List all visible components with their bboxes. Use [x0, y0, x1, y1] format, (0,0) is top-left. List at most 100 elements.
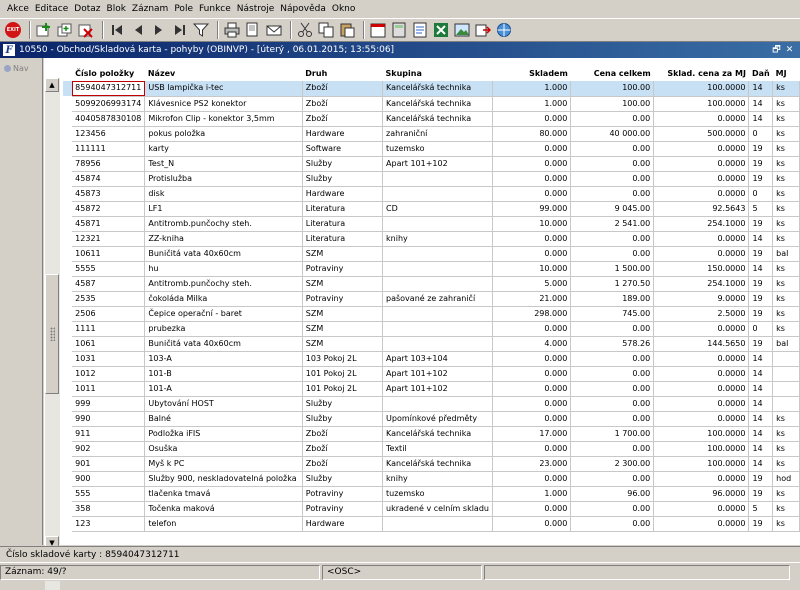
table-cell[interactable]: 14	[748, 456, 774, 472]
table-cell[interactable]: 8594047312711	[72, 81, 146, 97]
menu-item-7[interactable]: Funkce	[196, 0, 234, 18]
table-row[interactable]: 4587 Antitromb.punčochy steh. SZM 5.000 1 27…	[63, 276, 800, 292]
table-cell[interactable]: 14	[748, 81, 774, 97]
table-cell[interactable]	[772, 351, 800, 367]
first-record-button[interactable]	[108, 21, 126, 39]
table-cell[interactable]: USB lampička i-tec	[144, 81, 303, 97]
table-cell[interactable]: 101 Pokoj 2L	[302, 366, 384, 382]
column-header[interactable]: Druh	[302, 65, 382, 81]
table-cell[interactable]: čokoláda Milka	[144, 291, 303, 307]
table-cell[interactable]: telefon	[144, 516, 303, 532]
table-cell[interactable]: ks	[772, 486, 800, 502]
table-cell[interactable]: 2 541.00	[570, 216, 655, 232]
table-cell[interactable]: 4040587830108	[72, 111, 146, 127]
table-cell[interactable]: 0.000	[492, 321, 572, 337]
table-row[interactable]: 111111 karty Software tuzemsko 0.000 0.00 0.00…	[63, 141, 800, 157]
table-cell[interactable]: Točenka maková	[144, 501, 303, 517]
table-cell[interactable]: 100.0000	[653, 96, 750, 112]
table-cell[interactable]: 14	[748, 351, 774, 367]
table-cell[interactable]: Hardware	[302, 186, 384, 202]
table-cell[interactable]	[382, 216, 493, 232]
row-indicator[interactable]	[63, 291, 73, 306]
table-cell[interactable]: 1 500.00	[570, 261, 655, 277]
row-indicator[interactable]	[63, 201, 73, 216]
table-cell[interactable]: 1111	[72, 321, 146, 337]
table-cell[interactable]: 17.000	[492, 426, 572, 442]
table-cell[interactable]: 4.000	[492, 336, 572, 352]
table-cell[interactable]	[772, 396, 800, 412]
table-cell[interactable]: tlačenka tmavá	[144, 486, 303, 502]
table-cell[interactable]	[382, 516, 493, 532]
table-cell[interactable]: 78956	[72, 156, 146, 172]
row-indicator[interactable]	[63, 111, 73, 126]
table-cell[interactable]: pokus položka	[144, 126, 303, 142]
table-cell[interactable]: 5099206993174	[72, 96, 146, 112]
table-cell[interactable]	[382, 396, 493, 412]
table-cell[interactable]: ks	[772, 276, 800, 292]
window-title-bar[interactable]: F 10550 - Obchod/Skladová karta - pohyby…	[0, 42, 800, 58]
table-cell[interactable]: karty	[144, 141, 303, 157]
table-cell[interactable]: 10.000	[492, 261, 572, 277]
table-row[interactable]: 902 Osuška Zboží Textil 0.000 0.00 100.0000 14 k…	[63, 441, 800, 457]
table-cell[interactable]: Mikrofon Clip - konektor 3,5mm	[144, 111, 303, 127]
table-cell[interactable]: 555	[72, 486, 146, 502]
table-cell[interactable]: 0.0000	[653, 156, 750, 172]
table-cell[interactable]: 19	[748, 291, 774, 307]
table-row[interactable]: 5099206993174 Klávesnice PS2 konektor Zbož…	[63, 96, 800, 112]
row-indicator[interactable]	[63, 441, 73, 456]
table-cell[interactable]: 0.0000	[653, 396, 750, 412]
table-cell[interactable]: Antitromb.punčochy steh.	[144, 276, 303, 292]
table-row[interactable]: 12321 ZZ-kniha Literatura knihy 0.000 0.00 0.0…	[63, 231, 800, 247]
menu-item-5[interactable]: Záznam	[129, 0, 171, 18]
row-indicator[interactable]	[63, 246, 73, 261]
calendar-button[interactable]	[369, 21, 387, 39]
image-button[interactable]	[453, 21, 471, 39]
calculator-button[interactable]	[390, 21, 408, 39]
table-row[interactable]: 45871 Antitromb.punčochy steh. Literatura 1…	[63, 216, 800, 232]
table-cell[interactable]: 0.000	[492, 441, 572, 457]
table-cell[interactable]: 19	[748, 336, 774, 352]
table-row[interactable]: 123 telefon Hardware 0.000 0.00 0.0000 19 ks	[63, 516, 800, 532]
table-cell[interactable]: Test_N	[144, 156, 303, 172]
column-header[interactable]: Číslo položky	[72, 65, 145, 81]
table-cell[interactable]	[382, 186, 493, 202]
table-cell[interactable]: Osuška	[144, 441, 303, 457]
table-cell[interactable]: 1.000	[492, 486, 572, 502]
table-cell[interactable]: 578.26	[570, 336, 655, 352]
table-row[interactable]: 2535 čokoláda Milka Potraviny pašované ze z…	[63, 291, 800, 307]
table-cell[interactable]: 1031	[72, 351, 146, 367]
table-cell[interactable]: 123	[72, 516, 146, 532]
row-indicator[interactable]	[63, 216, 73, 231]
table-cell[interactable]: knihy	[382, 471, 493, 487]
table-row[interactable]: 555 tlačenka tmavá Potraviny tuzemsko 1.000 9…	[63, 486, 800, 502]
table-cell[interactable]: 1.000	[492, 96, 572, 112]
table-cell[interactable]: 0.0000	[653, 351, 750, 367]
table-cell[interactable]: 0.000	[492, 501, 572, 517]
table-cell[interactable]: SZM	[302, 246, 384, 262]
table-cell[interactable]	[382, 261, 493, 277]
table-cell[interactable]: 9.0000	[653, 291, 750, 307]
table-cell[interactable]: 19	[748, 246, 774, 262]
row-indicator[interactable]	[63, 426, 73, 441]
column-header[interactable]: Sklad. cena za MJ	[654, 65, 749, 81]
filter-button[interactable]	[192, 21, 210, 39]
menu-item-2[interactable]: Editace	[32, 0, 71, 18]
table-cell[interactable]: pašované ze zahraničí	[382, 291, 493, 307]
table-cell[interactable]: 150.0000	[653, 261, 750, 277]
table-cell[interactable]	[382, 276, 493, 292]
table-cell[interactable]: ks	[772, 126, 800, 142]
table-cell[interactable]: ks	[772, 426, 800, 442]
table-cell[interactable]: CD	[382, 201, 493, 217]
table-cell[interactable]: 0.00	[570, 321, 655, 337]
table-cell[interactable]: 0.000	[492, 471, 572, 487]
table-cell[interactable]: Literatura	[302, 231, 384, 247]
menu-item-10[interactable]: Okno	[329, 0, 359, 18]
table-cell[interactable]: 911	[72, 426, 146, 442]
table-cell[interactable]: 14	[748, 441, 774, 457]
table-cell[interactable]: 1 270.50	[570, 276, 655, 292]
table-row[interactable]: 78956 Test_N Služby Apart 101+102 0.000 0.00 0…	[63, 156, 800, 172]
row-indicator[interactable]	[63, 81, 73, 96]
row-indicator[interactable]	[63, 501, 73, 516]
table-cell[interactable]: 298.000	[492, 306, 572, 322]
browser-button[interactable]	[495, 21, 513, 39]
